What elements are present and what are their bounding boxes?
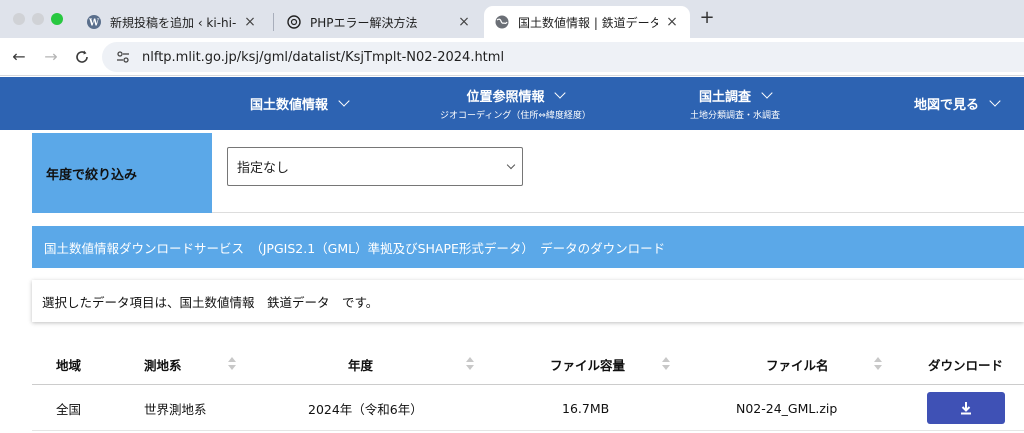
svg-text:W: W [88, 19, 100, 29]
download-service-banner: 国土数値情報ダウンロードサービス （JPGIS2.1（GML）準拠及びSHAPE… [32, 226, 1024, 268]
filter-area: 指定なし [212, 133, 1024, 213]
selected-value: 指定なし [237, 161, 290, 176]
chevron-down-icon [338, 95, 350, 107]
chevron-down-icon [554, 87, 567, 99]
sort-icon[interactable] [662, 357, 670, 371]
new-tab-icon[interactable]: + [697, 8, 717, 28]
address-bar[interactable]: nlftp.mlit.go.jp/ksj/gml/datalist/KsjTmp… [102, 42, 1024, 72]
window-close-button[interactable] [13, 13, 25, 25]
cell-file-size: 16.7MB [562, 400, 610, 416]
column-header-download: ダウンロード [928, 357, 1004, 373]
tab-title: 新規投稿を追加 ‹ ki-hi-ro.com — [110, 15, 236, 30]
browser-toolbar: ← → nlftp.mlit.go.jp/ksj/gml/datalist/Ks… [0, 38, 1024, 76]
browser-tab-strip: W 新規投稿を追加 ‹ ki-hi-ro.com — × PHPエラー解決方法 … [0, 0, 1024, 38]
globe-icon [494, 14, 510, 30]
chevron-down-icon [989, 95, 1001, 107]
window-maximize-button[interactable] [51, 13, 63, 25]
cell-year: 2024年（令和6年） [308, 401, 423, 417]
column-header-file-size[interactable]: ファイル容量 [550, 343, 625, 385]
forward-arrow-icon[interactable]: → [41, 47, 61, 67]
tab-title: PHPエラー解決方法 [310, 15, 418, 30]
column-header-datum[interactable]: 測地系 [144, 343, 182, 385]
column-header-file-name[interactable]: ファイル名 [766, 343, 829, 385]
url-text: nlftp.mlit.go.jp/ksj/gml/datalist/KsjTmp… [142, 49, 505, 65]
browser-tab-active[interactable]: 国土数値情報 | 鉄道データ × [484, 6, 690, 38]
cell-file-name: N02-24_GML.zip [736, 400, 838, 416]
site-settings-icon[interactable] [114, 48, 132, 66]
browser-tab-wordpress[interactable]: W 新規投稿を追加 ‹ ki-hi-ro.com — × [76, 6, 268, 38]
nav-item-ichi-sansho[interactable]: 位置参照情報 ジオコーディング（住所⇔緯度経度） [440, 77, 591, 130]
download-button[interactable] [927, 392, 1005, 424]
download-icon [961, 402, 971, 415]
table-row: 全国 世界測地系 2024年（令和6年） 16.7MB N02-24_GML.z… [32, 385, 1024, 431]
download-table: 地域 測地系 年度 ファイル容量 ファイル名 ダウンロード 全国 世界測地系 2… [32, 343, 1024, 431]
cell-region: 全国 [56, 401, 82, 417]
tab-close-icon[interactable]: × [456, 14, 472, 30]
column-header-year[interactable]: 年度 [348, 343, 373, 385]
site-navigation: 国土数値情報 位置参照情報 ジオコーディング（住所⇔緯度経度） 国土調査 土地分… [0, 77, 1024, 130]
browser-tab-php[interactable]: PHPエラー解決方法 × [276, 6, 482, 38]
back-arrow-icon[interactable]: ← [9, 47, 29, 67]
nav-item-kokudo-suuchi[interactable]: 国土数値情報 [250, 77, 350, 130]
chevron-down-icon [506, 160, 516, 170]
column-header-region[interactable]: 地域 [56, 343, 81, 385]
selected-data-notice: 選択したデータ項目は、国土数値情報 鉄道データ です。 [32, 280, 1024, 322]
reload-icon[interactable] [72, 47, 92, 67]
table-header: 地域 測地系 年度 ファイル容量 ファイル名 ダウンロード [32, 343, 1024, 385]
sort-icon[interactable] [466, 357, 474, 371]
wordpress-icon: W [86, 14, 102, 30]
filter-label: 年度で絞り込み [32, 133, 212, 213]
sort-icon[interactable] [228, 357, 236, 371]
cell-datum: 世界測地系 [144, 401, 207, 417]
tab-close-icon[interactable]: × [664, 14, 680, 30]
chatgpt-icon [286, 14, 302, 30]
nav-item-chizu[interactable]: 地図で見る [914, 77, 1001, 130]
tab-close-icon[interactable]: × [242, 14, 258, 30]
window-minimize-button[interactable] [32, 13, 44, 25]
chevron-down-icon [761, 87, 773, 99]
year-filter-select[interactable]: 指定なし [227, 147, 523, 186]
nav-item-kokudo-chousa[interactable]: 国土調査 土地分類調査・水調査 [690, 77, 780, 130]
tab-title: 国土数値情報 | 鉄道データ [518, 15, 658, 30]
sort-icon[interactable] [874, 357, 882, 371]
